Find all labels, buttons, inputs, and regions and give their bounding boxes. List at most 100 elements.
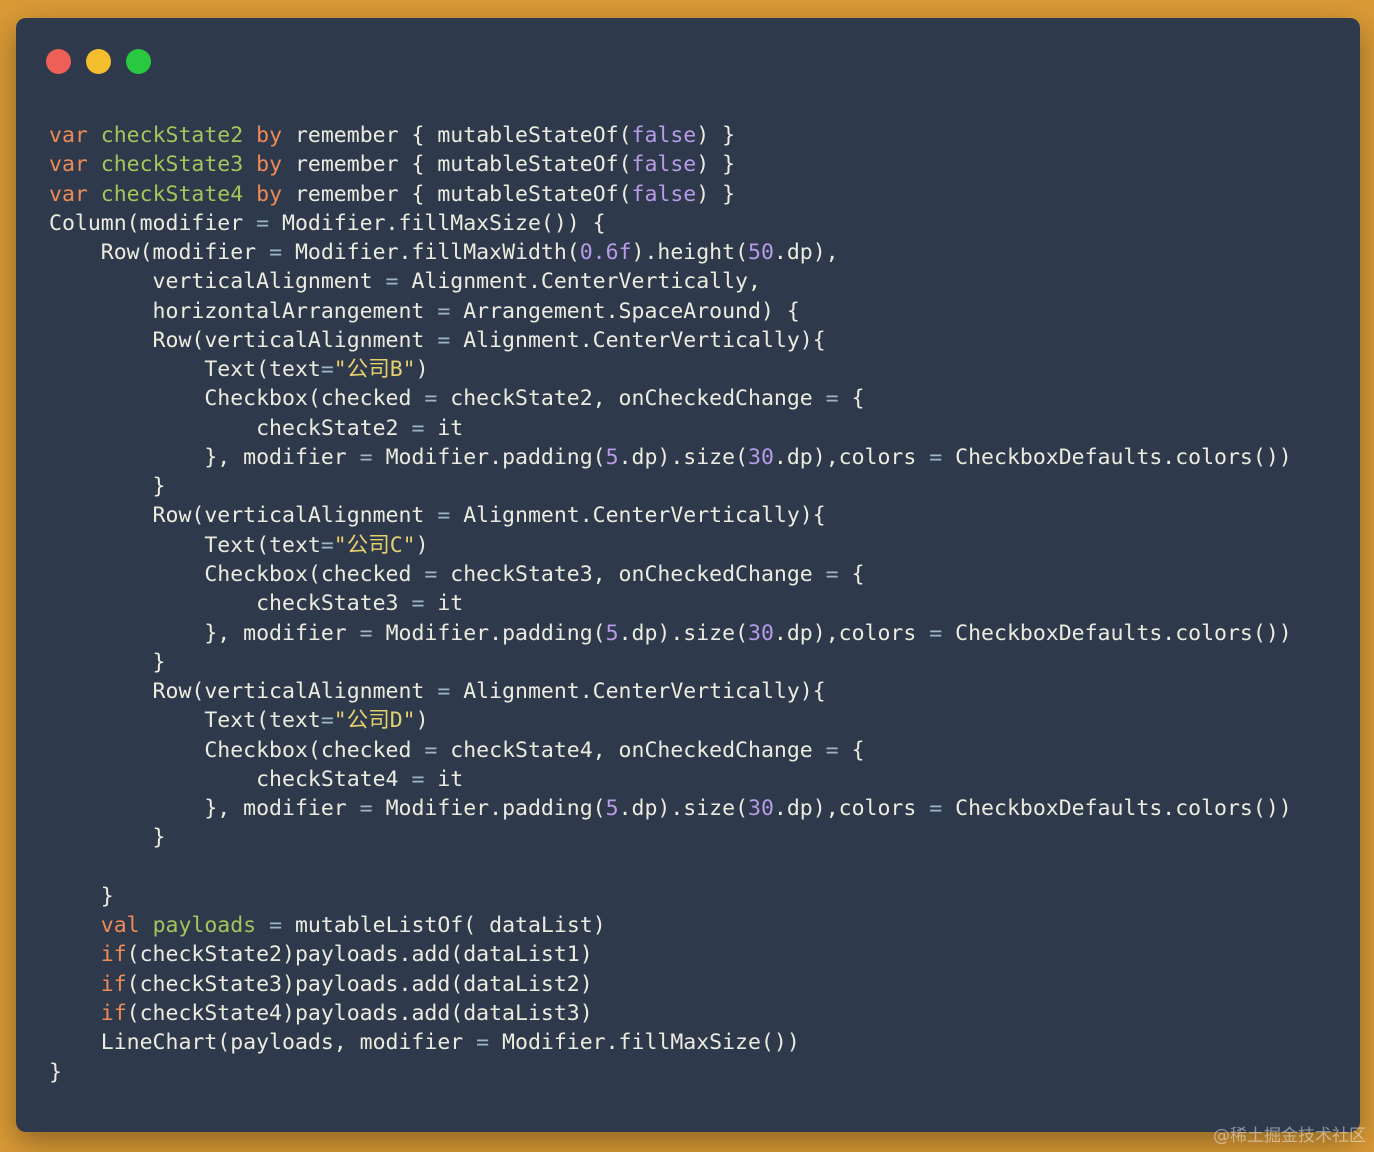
code-token-op: = — [424, 561, 438, 587]
code-token-op: = — [437, 679, 451, 705]
code-token-plain: verticalAlignment — [49, 269, 386, 295]
code-token-op: = — [320, 357, 334, 383]
code-token-plain: }, modifier — [49, 796, 360, 822]
code-token-op: = — [825, 737, 839, 763]
code-token-plain: Modifier.fillMaxSize()) — [489, 1030, 800, 1056]
code-token-plain: checkState3 — [49, 591, 412, 617]
code-token-plain: .dp),colors — [773, 620, 930, 646]
code-token-plain: Arrangement.SpaceAround) { — [450, 298, 800, 324]
code-token-plain: }, modifier — [49, 444, 360, 470]
code-token-plain: } — [49, 474, 166, 500]
code-token-kw: by — [256, 181, 283, 207]
code-token-plain: Checkbox(checked — [49, 561, 425, 587]
code-line: Checkbox(checked = checkState4, onChecke… — [49, 736, 1292, 765]
code-token-num: 5 — [605, 620, 619, 646]
code-token-plain: } — [49, 1059, 62, 1085]
code-token-plain: .dp).size( — [618, 796, 749, 822]
code-token-var: payloads — [152, 913, 257, 939]
code-token-kw: if — [100, 942, 127, 968]
code-token-plain: CheckboxDefaults.colors()) — [942, 620, 1292, 646]
code-token-bool: false — [631, 123, 697, 148]
watermark: @稀土掘金技术社区 — [1213, 1126, 1366, 1146]
code-token-op: = — [411, 591, 425, 617]
window-controls — [46, 49, 151, 74]
code-token-plain: .dp).size( — [618, 620, 749, 646]
code-token-kw: if — [100, 971, 127, 997]
code-token-plain: } — [49, 883, 114, 909]
code-token-plain: ).height( — [631, 240, 749, 266]
code-token-bool: false — [631, 152, 697, 178]
code-token-op: = — [385, 269, 399, 295]
code-token-plain: (checkState4)payloads.add(dataList3) — [126, 1000, 593, 1026]
code-token-plain: remember { mutableStateOf( — [282, 123, 632, 148]
code-token-plain: (checkState2)payloads.add(dataList1) — [126, 942, 593, 968]
code-line: Text(text="公司C") — [49, 531, 1292, 560]
code-token-plain: Row(verticalAlignment — [49, 679, 438, 705]
code-token-op: = — [269, 913, 283, 939]
code-token-plain: { — [838, 561, 865, 587]
code-token-plain: Alignment.CenterVertically){ — [450, 327, 826, 353]
code-line: var checkState2 by remember { mutableSta… — [49, 121, 1292, 150]
code-token-plain: Modifier.fillMaxWidth( — [282, 240, 580, 266]
code-token-num: 5 — [605, 444, 619, 470]
code-token-plain: checkState2, onCheckedChange — [437, 386, 826, 412]
code-line: } — [49, 1058, 1292, 1087]
code-token-plain: it — [424, 766, 464, 792]
code-line: var checkState3 by remember { mutableSta… — [49, 150, 1292, 179]
code-token-plain: Text(text — [49, 357, 321, 383]
code-token-plain: } — [49, 825, 166, 851]
maximize-icon[interactable] — [126, 49, 151, 74]
code-token-plain: { — [838, 737, 865, 763]
code-token-plain: (checkState3)payloads.add(dataList2) — [126, 971, 593, 997]
code-line: Checkbox(checked = checkState3, onChecke… — [49, 560, 1292, 589]
code-token-op: = — [320, 532, 334, 558]
code-line: Text(text="公司D") — [49, 706, 1292, 735]
code-block: var checkState2 by remember { mutableSta… — [49, 121, 1292, 1087]
code-token-kw: var — [49, 181, 88, 207]
code-token-op: = — [929, 444, 943, 470]
code-token-op: = — [929, 796, 943, 822]
code-line: checkState2 = it — [49, 414, 1292, 443]
code-token-plain: CheckboxDefaults.colors()) — [942, 444, 1292, 470]
code-line: }, modifier = Modifier.padding(5.dp).siz… — [49, 619, 1292, 648]
code-token-plain: .dp).size( — [618, 444, 749, 470]
code-token-op: = — [359, 444, 373, 470]
code-token-plain: horizontalArrangement — [49, 298, 438, 324]
code-token-plain: .dp),colors — [773, 796, 930, 822]
code-line: }, modifier = Modifier.padding(5.dp).siz… — [49, 443, 1292, 472]
code-line: } — [49, 823, 1292, 852]
code-token-plain: Modifier.padding( — [372, 620, 606, 646]
code-token-op: = — [411, 766, 425, 792]
minimize-icon[interactable] — [86, 49, 111, 74]
code-token-plain: mutableListOf( dataList) — [282, 913, 606, 939]
code-token-kw: if — [100, 1000, 127, 1026]
code-token-num: 30 — [748, 444, 774, 470]
close-icon[interactable] — [46, 49, 71, 74]
code-token-plain: } — [49, 649, 166, 675]
code-token-plain: checkState3, onCheckedChange — [437, 561, 826, 587]
code-line: }, modifier = Modifier.padding(5.dp).siz… — [49, 794, 1291, 823]
code-line: var checkState4 by remember { mutableSta… — [49, 180, 1292, 209]
code-token-plain: checkState4 — [49, 766, 412, 792]
code-line: Text(text="公司B") — [49, 355, 1292, 384]
code-line: if(checkState3)payloads.add(dataList2) — [49, 970, 1292, 999]
code-token-plain: Text(text — [49, 708, 321, 734]
code-line: if(checkState2)payloads.add(dataList1) — [49, 940, 1292, 969]
code-token-op: = — [424, 737, 438, 763]
code-token-plain: .dp),colors — [773, 444, 930, 470]
code-token-plain: it — [424, 591, 464, 617]
code-token-plain: Row(verticalAlignment — [49, 503, 438, 529]
code-line: checkState3 = it — [49, 589, 1292, 618]
code-token-plain: Row(modifier — [49, 240, 270, 266]
code-line: if(checkState4)payloads.add(dataList3) — [49, 999, 1292, 1028]
code-token-plain: LineChart(payloads, modifier — [49, 1030, 477, 1056]
code-token-op: = — [359, 620, 373, 646]
code-token-op: = — [320, 708, 334, 734]
code-token-op: = — [424, 386, 438, 412]
code-line: Checkbox(checked = checkState2, onChecke… — [49, 384, 1292, 413]
